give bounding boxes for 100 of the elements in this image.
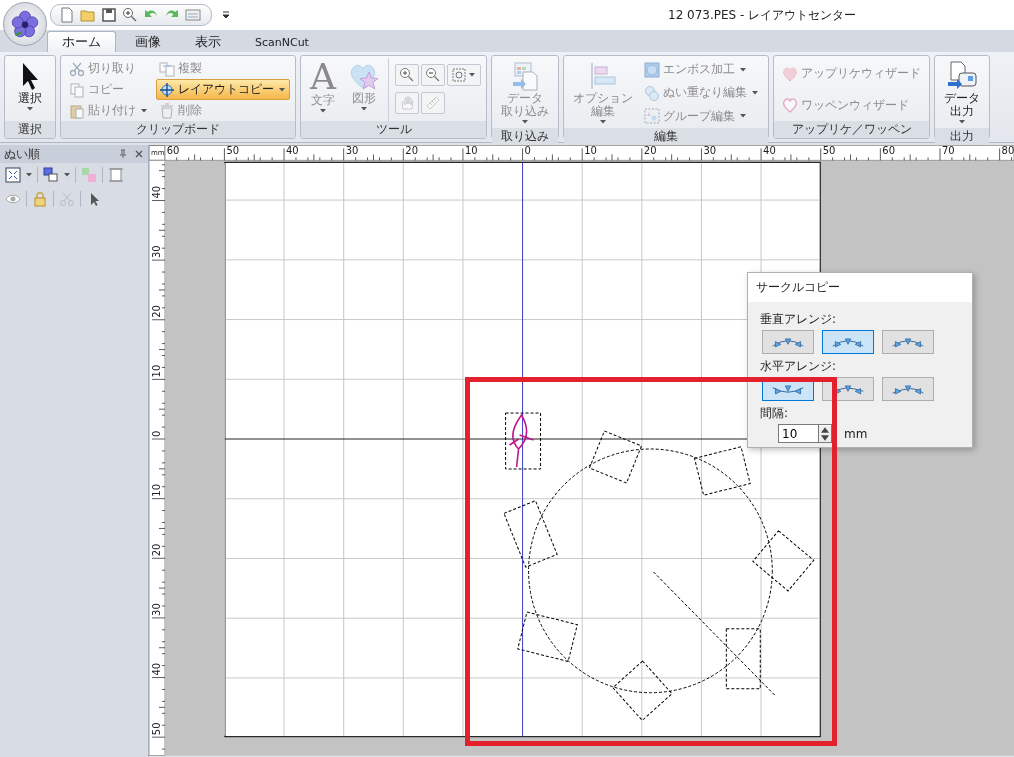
heart-icon xyxy=(782,65,798,82)
ruler-label: 0 xyxy=(524,145,531,157)
window-title: 12 073.PES - レイアウトセンター xyxy=(668,6,857,24)
zoom-icon[interactable] xyxy=(122,7,138,23)
ruler-label: 10 xyxy=(151,483,162,497)
ruler-label: 60 xyxy=(166,145,180,157)
ribbon-tab[interactable]: 画像 xyxy=(120,31,176,52)
motif-outline[interactable] xyxy=(725,628,761,690)
new-page-icon[interactable] xyxy=(59,7,75,23)
ruler-label: 20 xyxy=(151,543,162,557)
group-label: アップリケ／ワッペン xyxy=(774,121,929,138)
close-icon[interactable] xyxy=(134,149,144,159)
tool-button[interactable] xyxy=(447,64,481,86)
export-icon xyxy=(946,60,978,92)
tool-button[interactable] xyxy=(395,64,419,86)
arrange-option[interactable] xyxy=(762,330,814,354)
group-label: 編集 xyxy=(564,128,768,145)
arrange-option[interactable] xyxy=(882,377,934,401)
color-squares-icon[interactable] xyxy=(81,167,97,183)
caret-icon xyxy=(141,108,147,113)
ruler-label: 40 xyxy=(151,662,162,676)
arrange-pattern-icon xyxy=(770,382,806,396)
customize-toolbar-icon[interactable] xyxy=(222,10,230,20)
ruler-label: 30 xyxy=(151,245,162,259)
arrange-option[interactable] xyxy=(882,330,934,354)
group-label: クリップボード xyxy=(61,121,295,138)
tool-button[interactable] xyxy=(421,64,445,86)
heart-outline-icon xyxy=(782,97,798,114)
spin-buttons[interactable] xyxy=(818,424,832,443)
ribbon-button[interactable]: レイアウトコピー xyxy=(156,79,290,100)
caret-icon[interactable] xyxy=(26,173,32,177)
spacing-label: 間隔: xyxy=(760,405,790,422)
ruler-label: 40 xyxy=(151,185,162,199)
ruler-label: 30 xyxy=(703,145,717,157)
dialog-title: サークルコピー xyxy=(748,273,972,302)
arrange-pattern-icon xyxy=(890,382,926,396)
order-icon[interactable] xyxy=(43,167,59,183)
ruler-label: 40 xyxy=(763,145,776,157)
spin-down-icon[interactable] xyxy=(819,433,831,442)
caret-icon xyxy=(320,109,326,113)
duplicate-icon xyxy=(159,60,175,77)
leaf-embroidery[interactable] xyxy=(508,414,535,468)
ruler-label: 30 xyxy=(345,145,359,157)
flower-icon xyxy=(9,8,41,40)
ruler-label: 20 xyxy=(405,145,418,157)
caret-icon xyxy=(959,120,965,124)
ruler-label: 50 xyxy=(151,722,162,736)
circle-square-icon xyxy=(644,61,660,78)
pages-icon xyxy=(69,81,85,98)
ribbon-tab[interactable]: ScanNCut xyxy=(240,31,324,52)
motif-outline[interactable] xyxy=(588,430,642,484)
motif-outline[interactable] xyxy=(517,611,578,662)
ruler-label: 60 xyxy=(882,145,896,157)
motif-outline[interactable] xyxy=(694,446,751,496)
caret-icon xyxy=(600,120,606,124)
save-icon[interactable] xyxy=(101,7,117,23)
ruler-icon xyxy=(425,95,441,111)
section-label: 垂直アレンジ: xyxy=(760,311,838,328)
ruler-label: 10 xyxy=(584,145,597,157)
caret-icon xyxy=(279,87,285,92)
ruler-label: 20 xyxy=(151,305,162,318)
pin-icon[interactable] xyxy=(118,149,128,159)
trash-icon xyxy=(159,102,175,119)
group-label: 取り込み xyxy=(492,128,558,145)
group-label: 選択 xyxy=(5,121,55,138)
fit-frame-icon[interactable] xyxy=(5,167,21,183)
ruler-label: 30 xyxy=(151,603,162,616)
clipboard-icon xyxy=(69,102,85,119)
group-label: ツール xyxy=(301,121,486,138)
ribbon-tab[interactable]: ホーム xyxy=(47,31,116,52)
section-label: 水平アレンジ: xyxy=(760,358,838,375)
frame-icon[interactable] xyxy=(108,167,124,183)
zoom-out-icon xyxy=(425,67,441,83)
ruler-label: 50 xyxy=(822,145,836,157)
ribbon-button[interactable]: データ 出力 xyxy=(940,58,984,128)
arrange-pattern-icon xyxy=(830,335,866,349)
letter-icon: A xyxy=(310,60,336,94)
ruler-label: 10 xyxy=(151,364,162,378)
ribbon-button[interactable]: 選択 xyxy=(10,58,50,121)
ruler-corner xyxy=(149,145,166,161)
caret-icon xyxy=(740,67,746,72)
ruler-label: 70 xyxy=(942,145,955,157)
caret-icon xyxy=(361,107,367,111)
caret-icon[interactable] xyxy=(64,173,70,177)
ruler-label: 50 xyxy=(226,145,240,157)
selection-frame[interactable] xyxy=(505,412,542,470)
arrange-option[interactable] xyxy=(822,330,874,354)
motif-outline[interactable] xyxy=(752,530,815,592)
motif-outline[interactable] xyxy=(503,500,558,568)
spin-up-icon[interactable] xyxy=(819,425,831,434)
panel-title: ぬい順 xyxy=(4,145,41,163)
ribbon-tab[interactable]: 表示 xyxy=(180,31,236,52)
motif-outline[interactable] xyxy=(612,660,673,721)
caret-icon xyxy=(469,73,475,77)
caret-icon xyxy=(740,114,746,119)
spacing-field[interactable]: 10 xyxy=(778,424,818,443)
group-label: 出力 xyxy=(935,128,989,145)
arrange-pattern-icon xyxy=(890,335,926,349)
arrange-pattern-icon xyxy=(770,335,806,349)
zoom-in-icon xyxy=(399,67,415,83)
